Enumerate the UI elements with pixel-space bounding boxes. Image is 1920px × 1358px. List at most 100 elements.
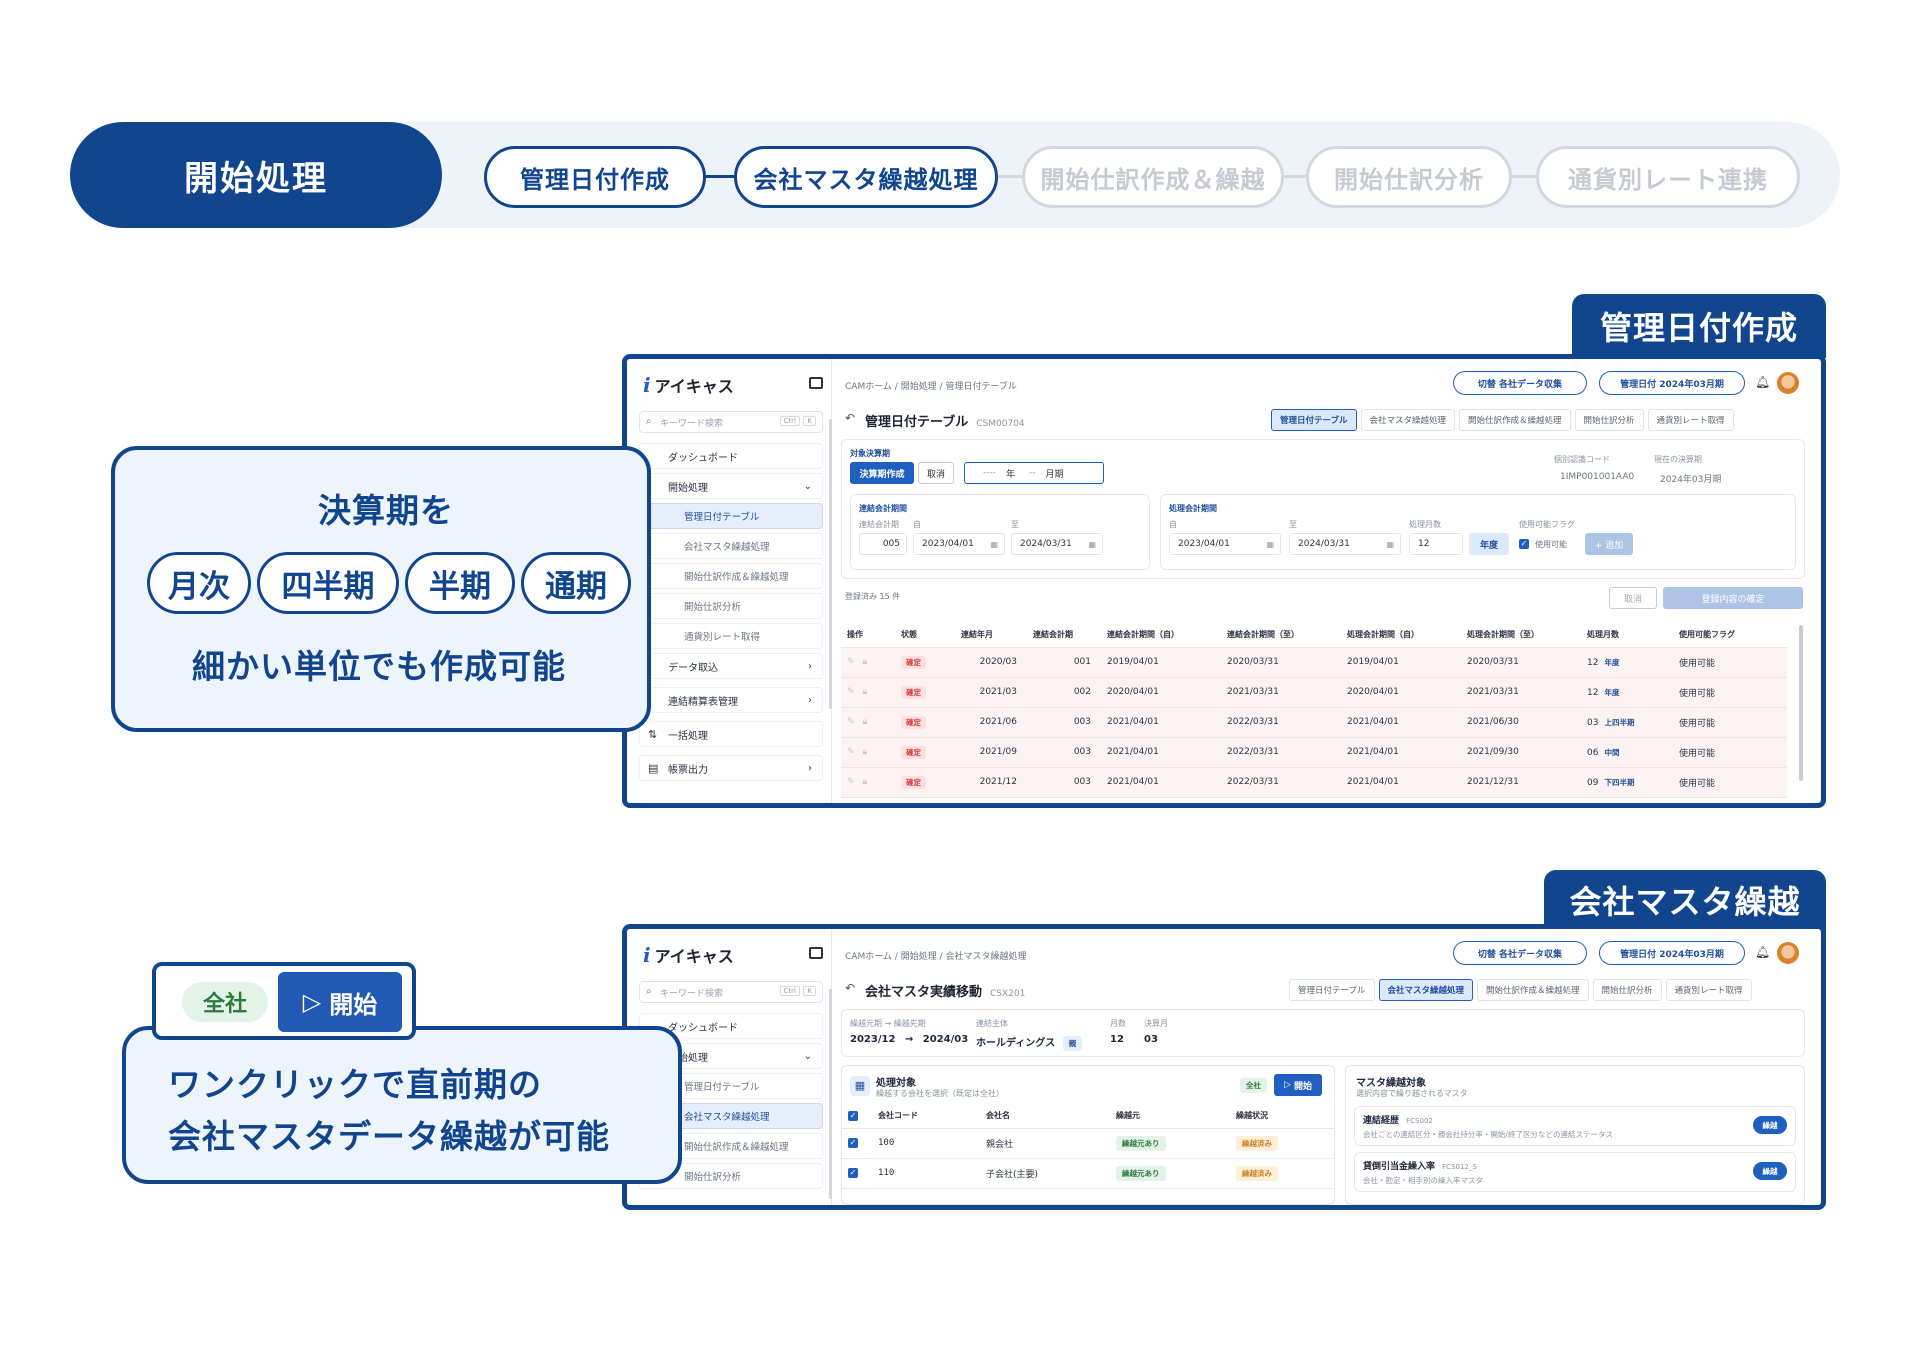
sidebar-item-mgmt-date-table[interactable]: 管理日付テーブル [639,503,823,529]
status-badge: 確定 [901,745,926,759]
table-row[interactable]: ✎🔒︎ 確定 2021/06 003 2021/04/01 2022/03/31 2021/… [841,707,1787,738]
entity-label: 連結主体 [976,1019,1008,1028]
avatar[interactable] [1777,372,1799,394]
add-button[interactable]: + 追加 [1585,533,1633,555]
cell-flag: 使用可能 [1673,647,1787,678]
switch-collect-button[interactable]: 切替 各社データ収集 [1453,371,1587,395]
sidebar-item-currency-rate[interactable]: 通貨別レート取得 [639,623,823,649]
start-button[interactable]: ▷ 開始 [1274,1074,1322,1096]
sidebar-item-reports[interactable]: ▤ 帳票出力 › [639,755,823,781]
scope-chip[interactable]: 全社 [1240,1078,1267,1093]
avatar[interactable] [1777,942,1799,964]
mgmt-date-button[interactable]: 管理日付 2024年03月期 [1599,941,1745,965]
flag-checkbox[interactable]: ✓ [1519,539,1529,549]
sidebar-toggle-icon[interactable] [809,947,823,959]
chip-monthly: 月次 [147,552,251,614]
tab-mgmt-date[interactable]: 管理日付テーブル [1271,409,1357,431]
table-row[interactable]: ✎🔒︎ 確定 2020/03 001 2019/04/01 2020/03/31 2019/… [841,647,1787,678]
play-icon: ▷ [302,988,322,1016]
edit-lock-icons[interactable]: ✎🔒︎ [847,747,875,757]
col-ops: 操作 [841,623,895,648]
table-row[interactable]: ✓ 110 子会社(主要) 繰越元あり 繰越済み [842,1158,1334,1189]
tab-company-master[interactable]: 会社マスタ繰越処理 [1378,979,1474,1001]
sidebar-item-import[interactable]: データ取込 › [639,653,823,679]
app-main: CAMホーム / 開始処理 / 会社マスタ繰越処理 切替 各社データ収集 管理日… [833,929,1821,1205]
cell-ym: 2021/12 [955,767,1027,798]
sidebar-item-company-master[interactable]: 会社マスタ繰越処理 [639,533,823,559]
sidebar-item-batch[interactable]: ⇅ 一括処理 [639,721,823,747]
sidebar-item-worksheet[interactable]: 連結精算表管理 › [639,687,823,713]
cancel-changes-button[interactable]: 取消 [1609,587,1657,609]
sidebar-item-dashboard[interactable]: ダッシュボード [639,443,823,469]
table-row[interactable]: ✓ 100 親会社 繰越元あり 繰越済み [842,1128,1334,1159]
tab-journal-analysis[interactable]: 開始仕訳分析 [1574,409,1644,431]
year-button[interactable]: 年度 [1469,533,1509,555]
edit-lock-icons[interactable]: ✎🔒︎ [847,717,875,727]
sidebar-toggle-icon[interactable] [809,377,823,389]
period-input[interactable]: ---- 年 -- 月期 [964,462,1104,484]
bell-icon[interactable]: 🔔︎ [1755,375,1770,389]
start-closeup-button[interactable]: ▷ 開始 [278,972,402,1032]
cell-period: 003 [1027,767,1101,798]
sidebar-search-input[interactable]: ⌕ キーワード検索 Ctrl K [639,981,823,1003]
target-period-panel: 対象決算期 決算期作成 取消 ---- 年 -- 月期 個別認識コード 1IMP… [841,439,1805,579]
select-all-checkbox[interactable]: ✓ [848,1110,858,1121]
row-checkbox[interactable]: ✓ [848,1138,858,1148]
sidebar-item-opening[interactable]: 開始処理 ⌄ [639,473,823,499]
back-icon[interactable]: ↶ [845,981,855,995]
step-journal-analysis[interactable]: 開始仕訳分析 [1306,146,1512,208]
edit-lock-icons[interactable]: ✎🔒︎ [847,657,875,667]
tab-opening-journal[interactable]: 開始仕訳作成＆繰越処理 [1477,979,1589,1001]
table-row[interactable]: ✎🔒︎ 確定 2021/03 002 2020/04/01 2021/03/31 2020/… [841,677,1787,708]
processing-period-group: 処理会計期間 自 至 処理月数 使用可能フラグ 2023/04/01 ▦ 2024… [1160,494,1796,570]
step-company-master[interactable]: 会社マスタ繰越処理 [734,146,998,208]
proc-to-field[interactable]: 2024/03/31 ▦ [1289,533,1401,555]
master-title: マスタ繰越対象 [1356,1078,1426,1089]
consolidation-period-group: 連結会計期間 連結会計期 自 至 005 2023/04/01 ▦ 2024/03… [850,494,1150,570]
cons-period-field[interactable]: 005 [859,533,907,555]
consolidation-period-label: 連結会計期間 [859,504,907,513]
mgmt-date-button[interactable]: 管理日付 2024年03月期 [1599,371,1745,395]
sidebar-item-journal-analysis[interactable]: 開始仕訳分析 [639,593,823,619]
cell-ym: 2021/06 [955,707,1027,738]
row-checkbox[interactable]: ✓ [848,1168,858,1178]
tab-currency-rate[interactable]: 通貨別レート取得 [1647,409,1734,431]
table-row[interactable]: ✎🔒︎ 確定 2021/12 003 2021/04/01 2022/03/31 2021/… [841,767,1787,798]
tab-currency-rate[interactable]: 通貨別レート取得 [1665,979,1752,1001]
tab-opening-journal[interactable]: 開始仕訳作成＆繰越処理 [1459,409,1571,431]
proc-from-field[interactable]: 2023/04/01 ▦ [1169,533,1281,555]
calendar-icon: ▦ [990,539,998,549]
sidebar-scrollbar[interactable] [829,419,832,709]
back-icon[interactable]: ↶ [845,411,855,425]
tab-mgmt-date[interactable]: 管理日付テーブル [1289,979,1375,1001]
cell-status: 確定 [895,737,955,768]
sidebar-search-input[interactable]: ⌕ キーワード検索 Ctrl K [639,411,823,433]
connector [998,175,1022,178]
step-mgmt-date[interactable]: 管理日付作成 [484,146,706,208]
carry-button[interactable]: 繰越 [1753,1162,1787,1180]
months-field[interactable]: 12 [1409,533,1463,555]
screen-tabs: 管理日付テーブル 会社マスタ繰越処理 開始仕訳作成＆繰越処理 開始仕訳分析 通貨… [1271,409,1734,431]
sidebar-item-opening-journal[interactable]: 開始仕訳作成＆繰越処理 [639,563,823,589]
step-currency-rate[interactable]: 通貨別レート連携 [1536,146,1800,208]
edit-lock-icons[interactable]: ✎🔒︎ [847,777,875,787]
switch-collect-button[interactable]: 切替 各社データ収集 [1453,941,1587,965]
bell-icon[interactable]: 🔔︎ [1755,945,1770,959]
scope-all-chip[interactable]: 全社 [182,982,268,1022]
cell-status: 確定 [895,707,955,738]
sidebar-scrollbar[interactable] [829,989,832,1199]
carry-button[interactable]: 繰越 [1753,1116,1787,1134]
cancel-button[interactable]: 取消 [918,462,954,484]
step-opening-journal[interactable]: 開始仕訳作成＆繰越 [1022,146,1284,208]
tab-journal-analysis[interactable]: 開始仕訳分析 [1592,979,1662,1001]
tab-company-master[interactable]: 会社マスタ繰越処理 [1360,409,1456,431]
cons-to-field[interactable]: 2024/03/31 ▦ [1011,533,1103,555]
cons-from-field[interactable]: 2023/04/01 ▦ [913,533,1005,555]
table-scrollbar[interactable] [1799,625,1803,781]
confirm-button[interactable]: 登録内容の確定 [1663,587,1803,609]
edit-lock-icons[interactable]: ✎🔒︎ [847,687,875,697]
table-row[interactable]: ✎🔒︎ 確定 2021/09 003 2021/04/01 2022/03/31 2021/… [841,737,1787,768]
create-period-button[interactable]: 決算期作成 [850,462,914,484]
col-name: 会社名 [980,1104,1110,1129]
cell-ct: 2021/03/31 [1221,677,1341,708]
